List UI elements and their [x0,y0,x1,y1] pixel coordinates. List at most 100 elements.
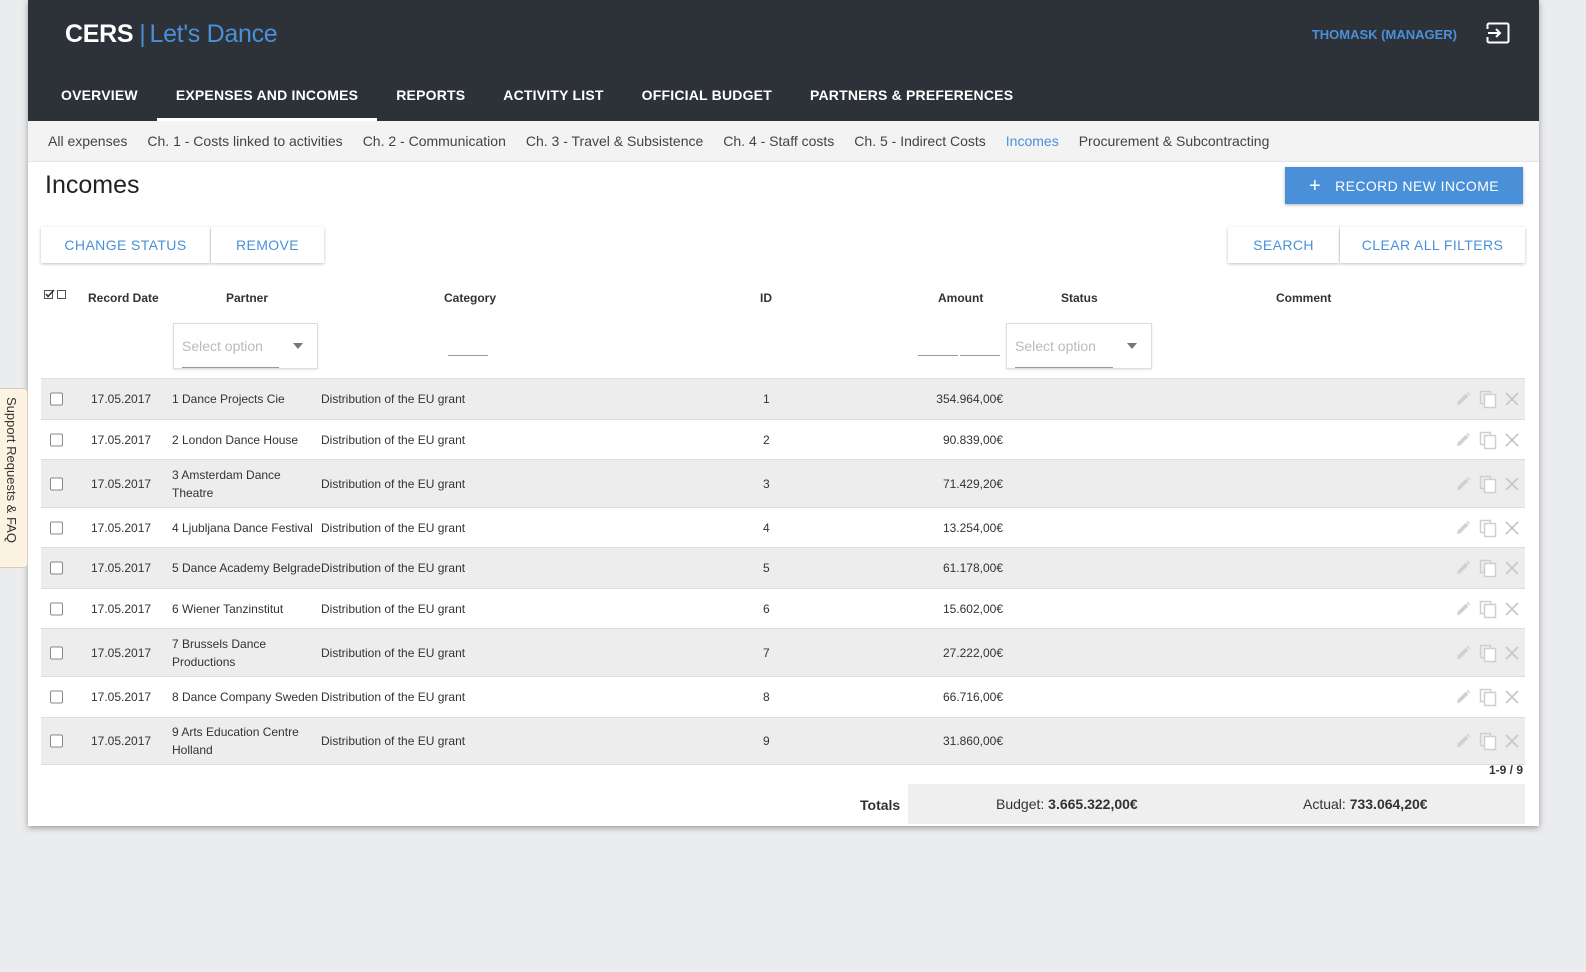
partner-cell: 3 Amsterdam Dance Theatre [172,467,281,500]
status-filter-select[interactable]: Select option [1006,323,1152,369]
status-filter-placeholder: Select option [1015,338,1096,354]
subnav-item-ch-2-communication[interactable]: Ch. 2 - Communication [353,133,516,149]
nav-item-official-budget[interactable]: OFFICIAL BUDGET [623,87,791,121]
subnav-item-all-expenses[interactable]: All expenses [38,133,137,149]
category-filter-input[interactable] [448,355,488,356]
amount-min-filter-input[interactable] [918,355,958,356]
id-cell: 2 [763,432,770,447]
col-comment[interactable]: Comment [1276,291,1331,305]
subnav-item-ch-5-indirect-costs[interactable]: Ch. 5 - Indirect Costs [844,133,996,149]
edit-icon[interactable] [1454,559,1472,577]
category-cell: Distribution of the EU grant [321,734,466,748]
close-icon[interactable] [1504,476,1520,492]
row-actions [1454,474,1520,494]
record-date-cell: 17.05.2017 [91,520,152,535]
table-row[interactable]: 17.05.2017 8 Dance Company Sweden Distribu… [41,677,1525,718]
id-cell: 4 [763,520,770,535]
close-icon[interactable] [1504,601,1520,617]
subnav-item-ch-4-staff-costs[interactable]: Ch. 4 - Staff costs [713,133,844,149]
select-all-checkbox[interactable] [44,289,68,304]
copy-icon[interactable] [1478,731,1498,751]
col-category[interactable]: Category [444,291,496,305]
row-checkbox[interactable] [50,602,63,615]
edit-icon[interactable] [1454,600,1472,618]
close-icon[interactable] [1504,391,1520,407]
row-checkbox[interactable] [50,392,63,406]
copy-icon[interactable] [1478,558,1498,578]
partner-filter-select[interactable]: Select option [173,323,318,369]
col-amount[interactable]: Amount [938,291,983,305]
nav-item-activity-list[interactable]: ACTIVITY LIST [484,87,622,121]
actual-total: Actual: 733.064,20€ [1303,796,1428,812]
col-record-date[interactable]: Record Date [88,291,159,305]
row-actions [1454,558,1520,578]
close-icon[interactable] [1504,520,1520,536]
record-new-income-button[interactable]: + RECORD NEW INCOME [1285,167,1523,204]
search-button[interactable]: SEARCH [1228,227,1339,263]
close-icon[interactable] [1504,432,1520,448]
edit-icon[interactable] [1454,431,1472,449]
edit-icon[interactable] [1454,688,1472,706]
edit-icon[interactable] [1454,519,1472,537]
edit-icon[interactable] [1454,644,1472,662]
table-row[interactable]: 17.05.2017 5 Dance Academy Belgrade Distri… [41,548,1525,589]
copy-icon[interactable] [1478,518,1498,538]
subnav-item-incomes[interactable]: Incomes [996,133,1069,149]
subnav-item-ch-3-travel-subsistence[interactable]: Ch. 3 - Travel & Subsistence [516,133,713,149]
actual-value: 733.064,20€ [1349,796,1428,812]
amount-cell: 354.964,00€ [936,392,1003,406]
col-id[interactable]: ID [760,291,772,305]
user-menu[interactable]: THOMASK (MANAGER) [1312,27,1457,42]
partner-filter-placeholder: Select option [182,338,263,354]
row-checkbox[interactable] [50,690,63,704]
row-actions [1454,643,1520,663]
col-status[interactable]: Status [1061,291,1098,305]
close-icon[interactable] [1504,645,1520,661]
copy-icon[interactable] [1478,430,1498,450]
nav-item-reports[interactable]: REPORTS [377,87,484,121]
logout-icon[interactable] [1486,22,1512,44]
copy-icon[interactable] [1478,389,1498,409]
table-row[interactable]: 17.05.2017 3 Amsterdam Dance Theatre Distr… [41,460,1525,508]
id-cell: 1 [763,392,770,406]
edit-icon[interactable] [1454,390,1472,408]
edit-icon[interactable] [1454,732,1472,750]
row-checkbox[interactable] [50,433,63,446]
support-faq-tab[interactable]: Support Requests & FAQ [0,388,28,568]
remove-button[interactable]: REMOVE [211,227,324,263]
table-row[interactable]: 17.05.2017 1 Dance Projects Cie Distributi… [41,379,1525,420]
row-checkbox[interactable] [50,561,63,575]
close-icon[interactable] [1504,733,1520,749]
copy-icon[interactable] [1478,643,1498,663]
project-name: Let's Dance [149,20,278,48]
change-status-button[interactable]: CHANGE STATUS [41,227,210,263]
row-checkbox[interactable] [50,646,63,659]
subnav-item-ch-1-costs-linked-to-activities[interactable]: Ch. 1 - Costs linked to activities [137,133,352,149]
copy-icon[interactable] [1478,599,1498,619]
row-checkbox[interactable] [50,477,63,490]
category-cell: Distribution of the EU grant [321,561,466,575]
copy-icon[interactable] [1478,687,1498,707]
nav-item-overview[interactable]: OVERVIEW [42,87,157,121]
close-icon[interactable] [1504,689,1520,705]
category-cell: Distribution of the EU grant [321,690,466,704]
nav-item-expenses-and-incomes[interactable]: EXPENSES AND INCOMES [156,87,378,121]
budget-total: Budget: 3.665.322,00€ [996,796,1138,812]
row-checkbox[interactable] [50,734,63,748]
partner-cell: 9 Arts Education Centre Holland [172,725,299,757]
edit-icon[interactable] [1454,475,1472,493]
table-row[interactable]: 17.05.2017 2 London Dance House Distributi… [41,420,1525,460]
clear-all-filters-button[interactable]: CLEAR ALL FILTERS [1340,227,1525,263]
brand[interactable]: CERS | Let's Dance [65,20,278,49]
subnav-item-procurement-subcontracting[interactable]: Procurement & Subcontracting [1069,133,1280,149]
col-partner[interactable]: Partner [226,291,268,305]
close-icon[interactable] [1504,560,1520,576]
amount-max-filter-input[interactable] [960,355,1000,356]
nav-item-partners-preferences[interactable]: PARTNERS & PREFERENCES [791,87,1032,121]
copy-icon[interactable] [1478,474,1498,494]
table-row[interactable]: 17.05.2017 4 Ljubljana Dance Festival Dist… [41,508,1525,548]
table-row[interactable]: 17.05.2017 6 Wiener Tanzinstitut Distribut… [41,589,1525,629]
table-row[interactable]: 17.05.2017 7 Brussels Dance Productions Di… [41,629,1525,677]
row-checkbox[interactable] [50,521,63,534]
table-row[interactable]: 17.05.2017 9 Arts Education Centre Hollan… [41,718,1525,765]
